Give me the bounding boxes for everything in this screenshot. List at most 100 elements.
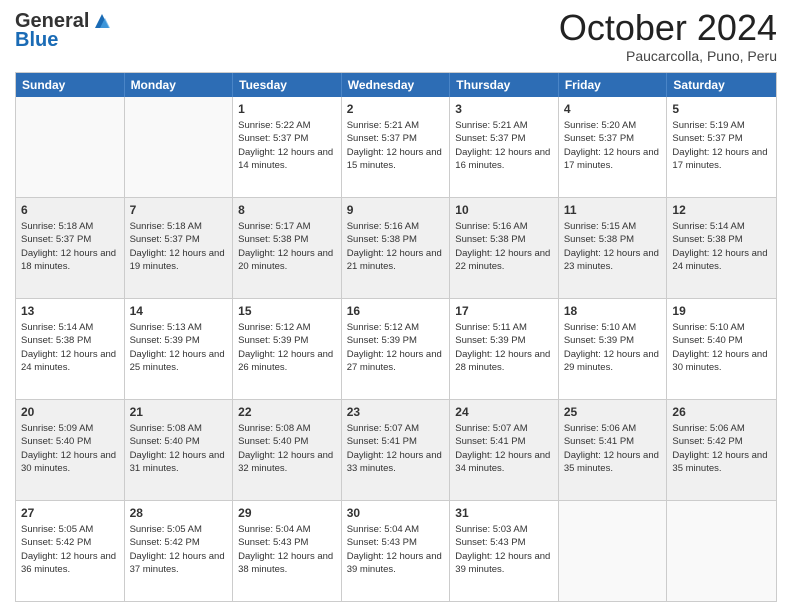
calendar-cell: 17 Sunrise: 5:11 AM Sunset: 5:39 PM Dayli…	[450, 299, 559, 399]
logo: General Blue	[15, 10, 113, 52]
weekday-header: Saturday	[667, 73, 776, 97]
weekday-header: Sunday	[16, 73, 125, 97]
day-info: Sunrise: 5:06 AM Sunset: 5:42 PM Dayligh…	[672, 422, 771, 475]
day-info: Sunrise: 5:21 AM Sunset: 5:37 PM Dayligh…	[455, 119, 553, 172]
weekday-header: Monday	[125, 73, 234, 97]
day-info: Sunrise: 5:12 AM Sunset: 5:39 PM Dayligh…	[347, 321, 445, 374]
day-number: 1	[238, 101, 336, 117]
calendar-cell: 31Sunrise: 5:03 AM Sunset: 5:43 PM Dayli…	[450, 501, 559, 601]
day-info: Sunrise: 5:20 AM Sunset: 5:37 PM Dayligh…	[564, 119, 662, 172]
calendar-cell: 3 Sunrise: 5:21 AM Sunset: 5:37 PM Daylig…	[450, 97, 559, 197]
calendar-week-row: 6 Sunrise: 5:18 AM Sunset: 5:37 PM Daylig…	[16, 198, 776, 299]
calendar-cell: 18Sunrise: 5:10 AM Sunset: 5:39 PM Dayli…	[559, 299, 668, 399]
day-number: 24	[455, 404, 553, 420]
day-number: 11	[564, 202, 662, 218]
day-number: 29	[238, 505, 336, 521]
day-info: Sunrise: 5:17 AM Sunset: 5:38 PM Dayligh…	[238, 220, 336, 273]
day-number: 27	[21, 505, 119, 521]
calendar-cell: 5 Sunrise: 5:19 AM Sunset: 5:37 PM Daylig…	[667, 97, 776, 197]
day-info: Sunrise: 5:21 AM Sunset: 5:37 PM Dayligh…	[347, 119, 445, 172]
calendar-cell: 24 Sunrise: 5:07 AM Sunset: 5:41 PM Dayli…	[450, 400, 559, 500]
day-number: 7	[130, 202, 228, 218]
day-number: 16	[347, 303, 445, 319]
calendar-week-row: 20Sunrise: 5:09 AM Sunset: 5:40 PM Dayli…	[16, 400, 776, 501]
calendar-cell: 26 Sunrise: 5:06 AM Sunset: 5:42 PM Dayli…	[667, 400, 776, 500]
calendar-cell: 14 Sunrise: 5:13 AM Sunset: 5:39 PM Dayli…	[125, 299, 234, 399]
calendar-cell: 11Sunrise: 5:15 AM Sunset: 5:38 PM Dayli…	[559, 198, 668, 298]
day-number: 31	[455, 505, 553, 521]
day-info: Sunrise: 5:16 AM Sunset: 5:38 PM Dayligh…	[347, 220, 445, 273]
day-number: 17	[455, 303, 553, 319]
day-number: 14	[130, 303, 228, 319]
calendar-cell: 30 Sunrise: 5:04 AM Sunset: 5:43 PM Dayli…	[342, 501, 451, 601]
calendar-cell: 29 Sunrise: 5:04 AM Sunset: 5:43 PM Dayli…	[233, 501, 342, 601]
day-info: Sunrise: 5:16 AM Sunset: 5:38 PM Dayligh…	[455, 220, 553, 273]
day-number: 13	[21, 303, 119, 319]
day-info: Sunrise: 5:10 AM Sunset: 5:39 PM Dayligh…	[564, 321, 662, 374]
calendar-cell: 25Sunrise: 5:06 AM Sunset: 5:41 PM Dayli…	[559, 400, 668, 500]
day-number: 20	[21, 404, 119, 420]
day-number: 23	[347, 404, 445, 420]
day-info: Sunrise: 5:18 AM Sunset: 5:37 PM Dayligh…	[130, 220, 228, 273]
day-info: Sunrise: 5:18 AM Sunset: 5:37 PM Dayligh…	[21, 220, 119, 273]
day-number: 5	[672, 101, 771, 117]
day-info: Sunrise: 5:22 AM Sunset: 5:37 PM Dayligh…	[238, 119, 336, 172]
day-info: Sunrise: 5:07 AM Sunset: 5:41 PM Dayligh…	[455, 422, 553, 475]
weekday-header: Wednesday	[342, 73, 451, 97]
day-number: 4	[564, 101, 662, 117]
day-info: Sunrise: 5:13 AM Sunset: 5:39 PM Dayligh…	[130, 321, 228, 374]
day-number: 28	[130, 505, 228, 521]
calendar-cell	[16, 97, 125, 197]
calendar-cell: 9Sunrise: 5:16 AM Sunset: 5:38 PM Daylig…	[342, 198, 451, 298]
day-number: 30	[347, 505, 445, 521]
day-info: Sunrise: 5:08 AM Sunset: 5:40 PM Dayligh…	[238, 422, 336, 475]
calendar-cell: 20Sunrise: 5:09 AM Sunset: 5:40 PM Dayli…	[16, 400, 125, 500]
calendar-cell: 16 Sunrise: 5:12 AM Sunset: 5:39 PM Dayli…	[342, 299, 451, 399]
day-info: Sunrise: 5:05 AM Sunset: 5:42 PM Dayligh…	[21, 523, 119, 576]
day-number: 15	[238, 303, 336, 319]
calendar: SundayMondayTuesdayWednesdayThursdayFrid…	[15, 72, 777, 602]
day-info: Sunrise: 5:11 AM Sunset: 5:39 PM Dayligh…	[455, 321, 553, 374]
weekday-header: Friday	[559, 73, 668, 97]
calendar-cell: 1 Sunrise: 5:22 AM Sunset: 5:37 PM Daylig…	[233, 97, 342, 197]
day-info: Sunrise: 5:05 AM Sunset: 5:42 PM Dayligh…	[130, 523, 228, 576]
calendar-cell: 15 Sunrise: 5:12 AM Sunset: 5:39 PM Dayli…	[233, 299, 342, 399]
calendar-week-row: 1 Sunrise: 5:22 AM Sunset: 5:37 PM Daylig…	[16, 97, 776, 198]
calendar-cell: 7 Sunrise: 5:18 AM Sunset: 5:37 PM Daylig…	[125, 198, 234, 298]
day-info: Sunrise: 5:04 AM Sunset: 5:43 PM Dayligh…	[347, 523, 445, 576]
day-number: 10	[455, 202, 553, 218]
day-number: 25	[564, 404, 662, 420]
day-number: 12	[672, 202, 771, 218]
day-info: Sunrise: 5:14 AM Sunset: 5:38 PM Dayligh…	[21, 321, 119, 374]
calendar-cell	[125, 97, 234, 197]
calendar-cell: 27 Sunrise: 5:05 AM Sunset: 5:42 PM Dayli…	[16, 501, 125, 601]
day-info: Sunrise: 5:04 AM Sunset: 5:43 PM Dayligh…	[238, 523, 336, 576]
day-number: 2	[347, 101, 445, 117]
header-right: October 2024 Paucarcolla, Puno, Peru	[559, 10, 777, 64]
day-number: 6	[21, 202, 119, 218]
day-number: 22	[238, 404, 336, 420]
calendar-cell: 21Sunrise: 5:08 AM Sunset: 5:40 PM Dayli…	[125, 400, 234, 500]
day-info: Sunrise: 5:07 AM Sunset: 5:41 PM Dayligh…	[347, 422, 445, 475]
day-number: 26	[672, 404, 771, 420]
calendar-cell: 22 Sunrise: 5:08 AM Sunset: 5:40 PM Dayli…	[233, 400, 342, 500]
calendar-cell: 4 Sunrise: 5:20 AM Sunset: 5:37 PM Daylig…	[559, 97, 668, 197]
calendar-cell: 13 Sunrise: 5:14 AM Sunset: 5:38 PM Dayli…	[16, 299, 125, 399]
calendar-body: 1 Sunrise: 5:22 AM Sunset: 5:37 PM Daylig…	[16, 97, 776, 601]
day-number: 8	[238, 202, 336, 218]
location: Paucarcolla, Puno, Peru	[559, 48, 777, 64]
calendar-cell: 28 Sunrise: 5:05 AM Sunset: 5:42 PM Dayli…	[125, 501, 234, 601]
calendar-week-row: 13 Sunrise: 5:14 AM Sunset: 5:38 PM Dayli…	[16, 299, 776, 400]
header: General Blue October 2024 Paucarcolla, P…	[15, 10, 777, 64]
day-info: Sunrise: 5:19 AM Sunset: 5:37 PM Dayligh…	[672, 119, 771, 172]
day-number: 3	[455, 101, 553, 117]
day-number: 19	[672, 303, 771, 319]
calendar-cell: 19Sunrise: 5:10 AM Sunset: 5:40 PM Dayli…	[667, 299, 776, 399]
calendar-cell: 6 Sunrise: 5:18 AM Sunset: 5:37 PM Daylig…	[16, 198, 125, 298]
calendar-header: SundayMondayTuesdayWednesdayThursdayFrid…	[16, 73, 776, 97]
calendar-cell: 2 Sunrise: 5:21 AM Sunset: 5:37 PM Daylig…	[342, 97, 451, 197]
month-title: October 2024	[559, 10, 777, 46]
calendar-cell: 23 Sunrise: 5:07 AM Sunset: 5:41 PM Dayli…	[342, 400, 451, 500]
day-info: Sunrise: 5:12 AM Sunset: 5:39 PM Dayligh…	[238, 321, 336, 374]
day-number: 21	[130, 404, 228, 420]
